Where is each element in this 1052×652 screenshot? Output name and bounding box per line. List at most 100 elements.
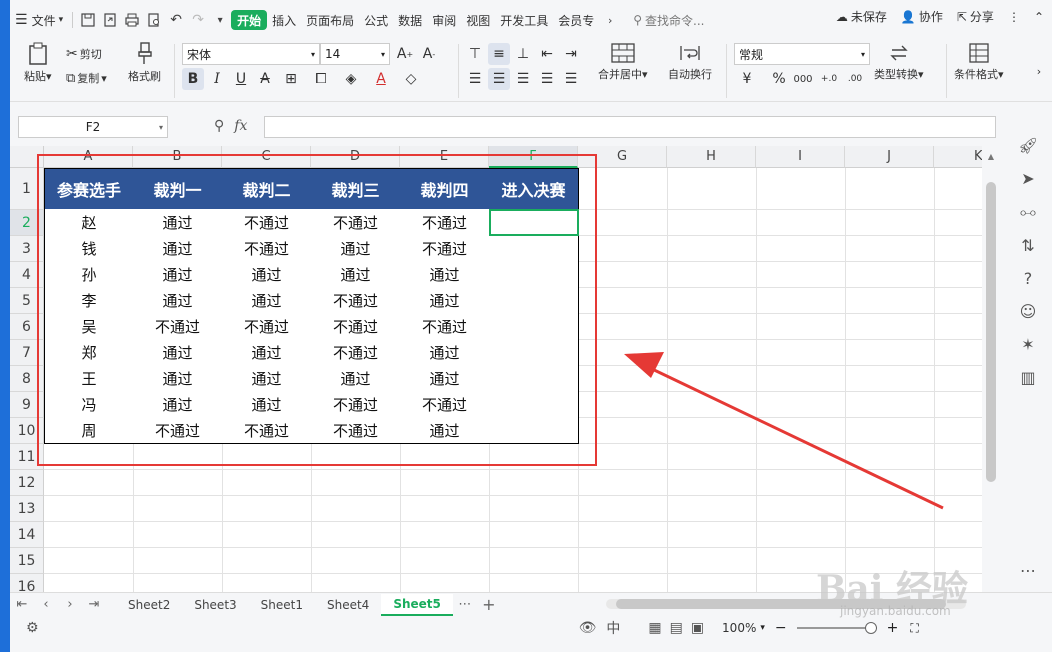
merge-center-button[interactable]: 合并居中▾ xyxy=(598,42,648,82)
tab-view[interactable]: 视图 xyxy=(461,8,495,32)
page-layout-view-icon[interactable]: ▤ xyxy=(670,620,683,636)
copy-button[interactable]: ⧉ 复制 ▾ xyxy=(66,70,107,86)
export-icon[interactable] xyxy=(99,9,121,31)
tab-page-layout[interactable]: 页面布局 xyxy=(301,8,359,32)
tab-home[interactable]: 开始 xyxy=(231,10,268,30)
lightbulb-icon[interactable]: ✶ xyxy=(1021,335,1034,354)
align-left-icon[interactable]: ☰ xyxy=(464,68,486,90)
collab-button[interactable]: 👤 协作 xyxy=(901,8,943,25)
strikethrough-icon[interactable]: A xyxy=(254,68,276,90)
zoom-icon[interactable]: ⚲ xyxy=(214,118,224,134)
robot-icon[interactable]: ☺ xyxy=(1020,302,1037,321)
customize-icon[interactable]: ▾ xyxy=(209,9,231,31)
preview-icon[interactable] xyxy=(143,9,165,31)
decrease-decimal-icon[interactable]: .00 xyxy=(844,68,866,90)
more-icon[interactable]: ⋯ xyxy=(1020,561,1036,580)
redo-icon[interactable]: ↷ xyxy=(187,9,209,31)
book-icon[interactable]: ▥ xyxy=(1020,368,1035,387)
align-top-icon[interactable]: ⊤ xyxy=(464,43,486,65)
paste-button[interactable]: 粘贴▾ xyxy=(24,42,52,84)
name-box[interactable]: F2 ▾ xyxy=(18,116,168,138)
last-sheet-icon[interactable]: ⇥ xyxy=(82,597,106,612)
cut-button[interactable]: ✂ 剪切 xyxy=(66,46,102,62)
chevron-right-icon[interactable]: › xyxy=(599,9,621,31)
macro-icon[interactable]: ⚙ xyxy=(26,620,39,636)
tab-formulas[interactable]: 公式 xyxy=(359,8,393,32)
number-format-select[interactable]: 常规 ▾ xyxy=(734,43,870,65)
zoom-out-icon[interactable]: − xyxy=(775,620,787,636)
tab-member[interactable]: 会员专 xyxy=(553,8,599,32)
zoom-slider-knob[interactable] xyxy=(864,622,877,634)
distribute-icon[interactable]: ☰ xyxy=(560,68,582,90)
fill-color-icon[interactable]: ◈ xyxy=(340,68,362,90)
align-middle-icon[interactable]: ≡ xyxy=(488,43,510,65)
sheet-tab-sheet4[interactable]: Sheet4 xyxy=(315,594,381,616)
save-icon[interactable] xyxy=(77,9,99,31)
command-search[interactable]: ⚲ 查找命令... xyxy=(633,12,704,29)
tab-review[interactable]: 审阅 xyxy=(427,8,461,32)
share-button[interactable]: ⇱ 分享 xyxy=(957,8,994,25)
first-sheet-icon[interactable]: ⇤ xyxy=(10,597,34,612)
type-convert-button[interactable]: 类型转换▾ xyxy=(874,42,924,82)
normal-view-icon[interactable]: ▦ xyxy=(648,620,661,636)
zoom-in-icon[interactable]: + xyxy=(887,620,899,636)
help-icon[interactable]: ? xyxy=(1024,269,1033,288)
sheet-tab-sheet2[interactable]: Sheet2 xyxy=(116,594,182,616)
sheet-tab-sheet3[interactable]: Sheet3 xyxy=(182,594,248,616)
sort-icon[interactable]: ⇅ xyxy=(1021,236,1034,255)
next-sheet-icon[interactable]: › xyxy=(58,597,82,612)
format-painter-button[interactable]: 格式刷 xyxy=(128,42,161,84)
cell-style-icon[interactable]: ⧠ xyxy=(310,68,332,90)
page-break-view-icon[interactable]: ▣ xyxy=(691,620,704,636)
percent-icon[interactable]: % xyxy=(768,68,790,90)
adjust-icon[interactable]: ⧟ xyxy=(1020,202,1036,222)
increase-decimal-icon[interactable]: +.0 xyxy=(818,68,840,90)
undo-icon[interactable]: ↶ xyxy=(165,9,187,31)
chevron-right-icon[interactable]: › xyxy=(1028,60,1050,82)
align-right-icon[interactable]: ☰ xyxy=(512,68,534,90)
increase-font-icon[interactable]: A + xyxy=(394,43,416,65)
cond-format-button[interactable]: 条件格式▾ xyxy=(954,42,1004,82)
more-sheets-icon[interactable]: ⋯ xyxy=(453,597,477,612)
currency-icon[interactable]: ¥ xyxy=(736,68,758,90)
tab-developer[interactable]: 开发工具 xyxy=(495,8,553,32)
align-center-icon[interactable]: ☰ xyxy=(488,68,510,90)
vertical-scroll-thumb[interactable] xyxy=(986,182,996,482)
sheet-tab-sheet5[interactable]: Sheet5 xyxy=(381,593,453,616)
file-menu[interactable]: ☰ 文件 ▾ xyxy=(10,8,68,32)
print-icon[interactable] xyxy=(121,9,143,31)
italic-icon[interactable]: I xyxy=(206,68,228,90)
fullscreen-icon[interactable]: ⛶ xyxy=(910,621,918,636)
wrap-text-button[interactable]: 自动换行 xyxy=(668,42,712,82)
tab-data[interactable]: 数据 xyxy=(393,8,427,32)
more-icon[interactable]: ⋮ xyxy=(1008,10,1020,24)
zoom-slider[interactable] xyxy=(796,622,877,634)
sheet-grid[interactable]: A B C D E F G H I J K 1 2 3 4 5 6 7 8 9 … xyxy=(10,146,982,592)
formula-input[interactable] xyxy=(264,116,996,138)
clear-format-icon[interactable]: ◇ xyxy=(400,68,422,90)
tab-insert[interactable]: 插入 xyxy=(267,8,301,32)
unsaved-button[interactable]: ☁ 未保存 xyxy=(836,8,887,25)
indent-increase-icon[interactable]: ⇥ xyxy=(560,43,582,65)
add-sheet-icon[interactable]: + xyxy=(477,595,501,614)
zoom-level[interactable]: 100% xyxy=(722,621,756,635)
sheet-tab-sheet1[interactable]: Sheet1 xyxy=(249,594,315,616)
prev-sheet-icon[interactable]: ‹ xyxy=(34,597,58,612)
chevron-down-icon[interactable]: ▾ xyxy=(760,623,765,633)
underline-icon[interactable]: U xyxy=(230,68,252,90)
fx-icon[interactable]: fx xyxy=(234,118,247,134)
collapse-icon[interactable]: ⌃ xyxy=(1034,10,1044,24)
eye-protect-icon[interactable]: 👁︎ xyxy=(579,620,597,636)
vertical-scrollbar[interactable]: ▲ xyxy=(982,146,1000,592)
input-method-icon[interactable]: 中 xyxy=(606,618,620,638)
cursor-icon[interactable]: ➤ xyxy=(1021,169,1034,188)
font-size-select[interactable]: 14 ▾ xyxy=(320,43,390,65)
thousands-icon[interactable]: 000 xyxy=(792,68,814,90)
scroll-up-icon[interactable]: ▲ xyxy=(982,146,1000,161)
indent-decrease-icon[interactable]: ⇤ xyxy=(536,43,558,65)
decrease-font-icon[interactable]: A- xyxy=(418,43,440,65)
borders-icon[interactable]: ⊞ xyxy=(280,68,302,90)
font-color-icon[interactable]: A xyxy=(370,68,392,90)
font-name-select[interactable]: 宋体 ▾ xyxy=(182,43,320,65)
justify-icon[interactable]: ☰ xyxy=(536,68,558,90)
